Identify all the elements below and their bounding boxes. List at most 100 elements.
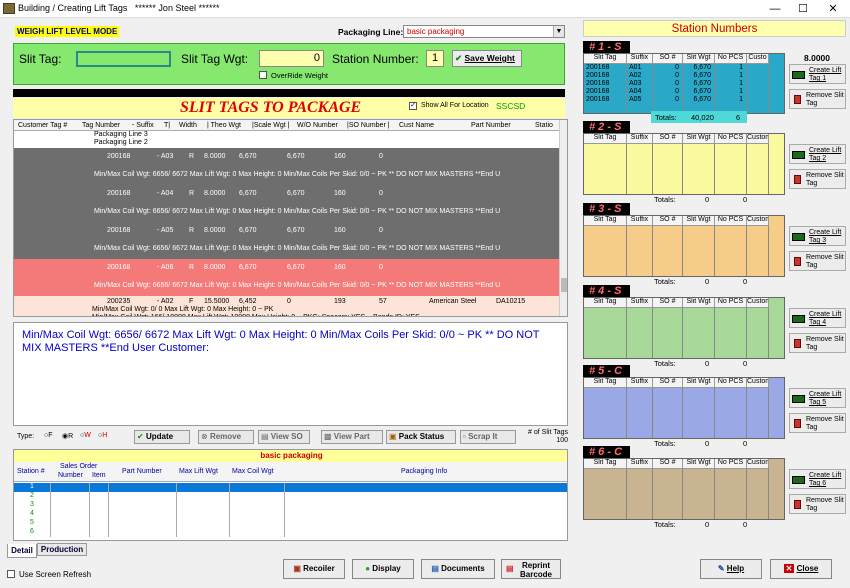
close-button[interactable]: ✕ Close bbox=[770, 559, 832, 579]
slit-tags-grid[interactable]: Customer Tag # Tag Number - Suffix T| Wi… bbox=[13, 119, 568, 317]
table-row[interactable]: 200168 - A04 R 8.0000 6,670 6,670 160 0 Min/Max … bbox=[14, 185, 559, 222]
trash-icon bbox=[794, 419, 801, 428]
tab-detail[interactable]: Detail bbox=[7, 544, 37, 558]
col-so-number-lower: Number bbox=[58, 472, 83, 479]
create-lift-tag-6-button[interactable]: Create Lift Tag 6 bbox=[789, 469, 846, 489]
type-w-radio[interactable]: ○W bbox=[80, 432, 91, 439]
barcode-icon bbox=[792, 315, 805, 323]
remove-slit-tag-3-button[interactable]: Remove Slit Tag bbox=[789, 251, 846, 271]
scroll-thumb[interactable] bbox=[561, 278, 567, 292]
display-button[interactable]: ● Display bbox=[352, 559, 414, 579]
scrap-it-button[interactable]: ▫ Scrap It bbox=[460, 430, 516, 444]
list-item[interactable]: 6 bbox=[14, 528, 567, 537]
show-all-checkbox[interactable]: ✓ bbox=[409, 102, 417, 110]
list-item[interactable]: 5 bbox=[14, 519, 567, 528]
grid-scrollbar[interactable] bbox=[559, 120, 567, 316]
remove-button[interactable]: ⊗ Remove bbox=[198, 430, 254, 444]
remove-slit-tag-5-button[interactable]: Remove Slit Tag bbox=[789, 413, 846, 433]
close-window-icon[interactable]: ✕ bbox=[818, 0, 848, 18]
list-item[interactable]: 2 bbox=[14, 492, 567, 501]
documents-button[interactable]: ▤ Documents bbox=[421, 559, 495, 579]
table-row[interactable]: 200168 - A03 R 8.0000 6,670 6,670 160 0 Min/Max … bbox=[14, 148, 559, 185]
packaging-grid[interactable]: basic packaging Station # Sales Order Nu… bbox=[13, 449, 568, 541]
station-4-grid[interactable]: Slit TagSuffixSO #Slit WgtNo PCSCustomer bbox=[583, 297, 785, 359]
list-item[interactable]: 4 bbox=[14, 510, 567, 519]
view-part-button[interactable]: ▩ View Part bbox=[321, 430, 383, 444]
create-lift-tag-2-button[interactable]: Create Lift Tag 2 bbox=[789, 144, 846, 164]
help-button[interactable]: ✎ Help bbox=[700, 559, 762, 579]
table-row[interactable]: 200235 - A02 F 15.5000 6,452 0 193 57 American S… bbox=[14, 296, 559, 316]
list-item[interactable]: 1 bbox=[14, 483, 567, 492]
slit-tag-input[interactable] bbox=[76, 51, 171, 67]
cell-width: 8.0000 bbox=[204, 153, 226, 160]
remove-slit-tag-6-button[interactable]: Remove Slit Tag bbox=[789, 494, 846, 514]
create-lift-tag-3-button[interactable]: Create Lift Tag 3 bbox=[789, 226, 846, 246]
divider bbox=[89, 510, 90, 519]
station-cell: 200168 bbox=[586, 96, 610, 103]
station-col-header: Custome bbox=[747, 216, 769, 226]
slit-tag-wgt-input[interactable]: 0 bbox=[259, 50, 324, 67]
screen-refresh-checkbox[interactable] bbox=[7, 570, 15, 578]
divider bbox=[682, 388, 683, 438]
totals-wgt: 0 bbox=[705, 277, 710, 286]
override-weight-checkbox[interactable] bbox=[259, 71, 267, 79]
view-so-button[interactable]: ▤ View SO bbox=[258, 430, 310, 444]
chevron-down-icon[interactable]: ▼ bbox=[553, 26, 564, 37]
col-width: Width bbox=[179, 122, 197, 129]
cell-so: 0 bbox=[379, 190, 383, 197]
col-part-number: Part Number bbox=[471, 122, 511, 129]
pack-status-button[interactable]: ▣ Pack Status bbox=[386, 430, 456, 444]
save-weight-button[interactable]: ✔ Save Weight bbox=[452, 50, 522, 67]
update-button[interactable]: ✔ Update bbox=[134, 430, 190, 444]
barcode-icon bbox=[792, 233, 805, 241]
station-col-header: Slit Tag bbox=[584, 378, 627, 388]
station-number-input[interactable]: 1 bbox=[426, 50, 444, 67]
station-2-grid[interactable]: Slit TagSuffixSO #Slit WgtNo PCSCustome bbox=[583, 133, 785, 195]
station-cell: 6,670 bbox=[693, 96, 711, 103]
trash-icon bbox=[794, 339, 801, 348]
divider bbox=[108, 501, 109, 510]
col-scale-wgt: |Scale Wgt | bbox=[252, 122, 290, 129]
station-col-header: No PCS bbox=[715, 54, 747, 64]
divider bbox=[768, 308, 769, 358]
type-r-radio[interactable]: ◉R bbox=[62, 432, 73, 440]
create-lift-tag-1-button[interactable]: Create Lift Tag 1 bbox=[789, 64, 846, 84]
minimize-icon[interactable]: — bbox=[760, 0, 790, 18]
table-row[interactable]: 200168 - A06 R 8.0000 6,670 6,670 160 0 Min/Max … bbox=[14, 259, 559, 296]
station-num-cell: 2 bbox=[30, 492, 34, 499]
station-3-grid[interactable]: Slit TagSuffixSO #Slit WgtNo PCSCustome bbox=[583, 215, 785, 277]
remove-slit-tag-2-button[interactable]: Remove Slit Tag bbox=[789, 169, 846, 189]
cell-width: 8.0000 bbox=[204, 264, 226, 271]
station-col-header: SO # bbox=[653, 378, 683, 388]
table-row[interactable]: 200168 - A05 R 8.0000 6,670 6,670 160 0 Min/Max … bbox=[14, 222, 559, 259]
divider bbox=[626, 144, 627, 194]
remove-slit-tag-4-button[interactable]: Remove Slit Tag bbox=[789, 333, 846, 353]
divider bbox=[682, 308, 683, 358]
type-h-radio[interactable]: ○H bbox=[98, 432, 107, 439]
recoiler-button[interactable]: ▣ Recoiler bbox=[283, 559, 345, 579]
col-customer-tag: Customer Tag # bbox=[18, 122, 68, 129]
col-station-num: Station # bbox=[17, 468, 45, 475]
divider bbox=[50, 501, 51, 510]
divider bbox=[746, 226, 747, 276]
packaging-grid-header: Station # Sales Order Number Item Part N… bbox=[14, 462, 567, 482]
col-wo-number: W/O Number bbox=[297, 122, 338, 129]
divider bbox=[176, 483, 177, 492]
station-1-grid[interactable]: Slit Tag Suffix SO # Slit Wgt No PCS Custo 200… bbox=[583, 53, 785, 114]
station-6-grid[interactable]: Slit TagSuffixSO #Slit WgtNo PCSCustomer bbox=[583, 458, 785, 520]
list-item[interactable]: 3 bbox=[14, 501, 567, 510]
packaging-line-select[interactable]: basic packaging ▼ bbox=[403, 25, 565, 38]
cell-scale: 0 bbox=[287, 298, 291, 305]
remove-slit-tag-1-button[interactable]: Remove Slit Tag bbox=[789, 89, 846, 109]
trash-icon bbox=[794, 175, 801, 184]
create-lift-tag-5-button[interactable]: Create Lift Tag 5 bbox=[789, 388, 846, 408]
type-f-radio[interactable]: ○F bbox=[44, 432, 53, 439]
create-lift-tag-4-button[interactable]: Create Lift Tag 4 bbox=[789, 308, 846, 328]
barcode-icon bbox=[792, 151, 805, 159]
station-5-grid[interactable]: Slit TagSuffixSO #Slit WgtNo PCSCustomer bbox=[583, 377, 785, 439]
info-textbox[interactable]: Min/Max Coil Wgt: 6656/ 6672 Max Lift Wg… bbox=[13, 322, 568, 426]
maximize-icon[interactable]: ☐ bbox=[788, 0, 818, 18]
reprint-barcode-button[interactable]: ▤ Reprint Barcode bbox=[501, 559, 561, 579]
station-col-header: Slit Tag bbox=[584, 134, 627, 144]
tab-production[interactable]: Production bbox=[37, 543, 87, 556]
